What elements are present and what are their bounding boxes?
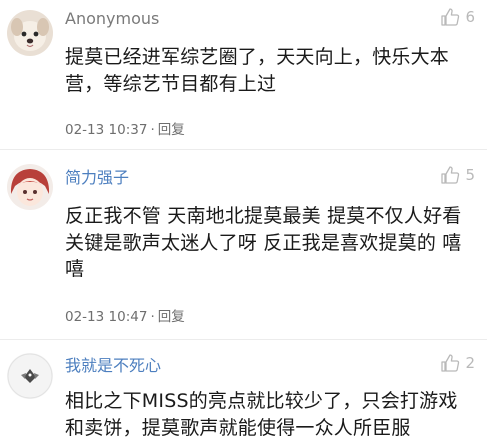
like-button[interactable]: 6 xyxy=(440,7,475,27)
anime-girl-avatar-icon[interactable] xyxy=(7,164,53,210)
comment-text: 提莫已经进军综艺圈了，天天向上，快乐大本营，等综艺节目都有上过 xyxy=(65,46,450,95)
comment-time: 02-13 10:47 xyxy=(65,309,148,325)
comment-item: 简力强子 5 反正我不管 天南地北提莫最美 提莫不仅人好看 关键是歌声太迷人了呀… xyxy=(0,150,487,340)
reply-button[interactable]: 回复 xyxy=(158,122,185,138)
username[interactable]: 简力强子 xyxy=(65,164,129,188)
reply-button[interactable]: 回复 xyxy=(158,309,185,325)
username[interactable]: 我就是不死心 xyxy=(65,352,161,376)
comment-time: 02-13 10:37 xyxy=(65,122,148,138)
comment-text: 相比之下MISS的亮点就比较少了，只会打游戏和卖饼，提莫歌声就能使得一众人所臣服 xyxy=(65,390,458,439)
comment-meta: 02-13 10:47 · 回复 xyxy=(65,309,185,325)
like-button[interactable]: 2 xyxy=(440,353,475,373)
comment-text: 反正我不管 天南地北提莫最美 提莫不仅人好看 关键是歌声太迷人了呀 反正我是喜欢… xyxy=(65,205,462,280)
like-button[interactable]: 5 xyxy=(440,165,475,185)
like-count: 6 xyxy=(465,8,475,26)
dog-avatar-icon[interactable] xyxy=(7,10,53,56)
thumbs-up-icon xyxy=(441,166,460,184)
thumbs-up-icon xyxy=(441,8,460,26)
like-count: 5 xyxy=(465,166,475,184)
comment-item: 我就是不死心 2 相比之下MISS的亮点就比较少了，只会打游戏和卖饼，提莫歌声就… xyxy=(0,340,487,448)
thumbs-up-icon xyxy=(441,354,460,372)
like-count: 2 xyxy=(465,354,475,372)
bird-avatar-icon[interactable] xyxy=(7,353,53,399)
comment-item: Anonymous 6 提莫已经进军综艺圈了，天天向上，快乐大本营，等综艺节目都… xyxy=(0,0,487,150)
comment-meta: 02-13 10:37 · 回复 xyxy=(65,122,185,138)
username[interactable]: Anonymous xyxy=(65,9,159,28)
